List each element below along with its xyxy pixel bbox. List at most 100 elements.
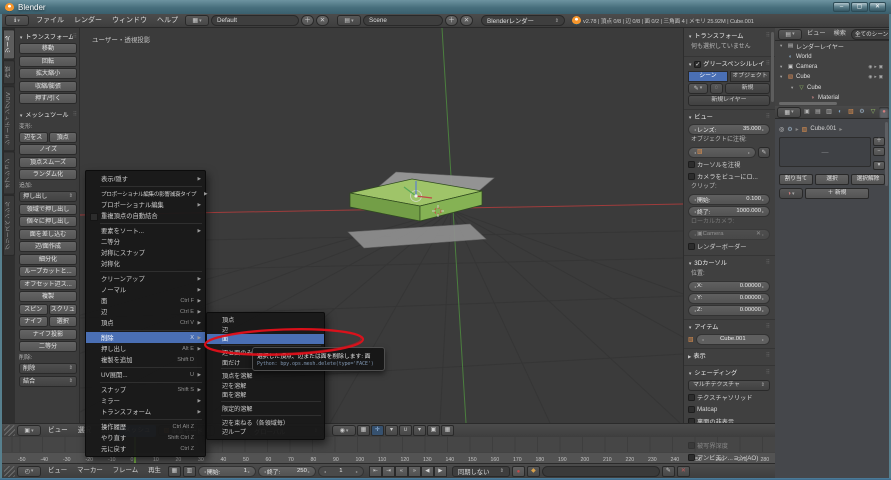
cursor-z-field[interactable]: Z:0.00000 (688, 305, 770, 316)
tool-button[interactable]: 領域で押し出し (19, 204, 77, 215)
menu-item[interactable]: 要素をソート... ▶ (86, 225, 205, 236)
new-material-button[interactable]: ＋ 新規 (805, 188, 869, 199)
menu-item[interactable]: 辺を束ねる（各領域毎） (207, 417, 324, 427)
menu-item[interactable]: 重複頂点の自動結合 ▶ (86, 210, 205, 221)
lock-cursor-row[interactable]: カーソルを注視 (688, 158, 770, 170)
expand-toggle-icon[interactable] (791, 85, 796, 91)
menu-item[interactable]: プロポーショナル編集の影響減衰タイプ ▶ (86, 188, 205, 199)
material-browse-dropdown[interactable]: ◑▾ (779, 188, 803, 199)
menu-item[interactable]: 対称化 ▶ (86, 258, 205, 269)
tool-shelf-tab[interactable]: グリースペンシル (3, 195, 15, 256)
playback-button[interactable]: « (395, 466, 408, 477)
current-frame-field[interactable]: 1 (318, 466, 364, 477)
menu-item[interactable]: クリーンアップ ▶ (86, 273, 205, 284)
cursor-y-field[interactable]: Y:0.00000 (688, 293, 770, 304)
scene-icon-button[interactable]: ▤▾ (337, 15, 361, 26)
breadcrumb-object[interactable]: Cube.001 (810, 126, 836, 132)
menu-item[interactable]: 頂点 Ctrl V ▶ (86, 317, 205, 328)
checkbox-icon[interactable] (688, 394, 695, 401)
panel-header-item[interactable]: アイテム (688, 322, 770, 333)
checkbox-icon[interactable] (688, 243, 695, 250)
snap-mode-icon[interactable]: ▾ (413, 425, 426, 436)
shading-checkbox-row[interactable]: アンビエン...ョン(AO) (688, 451, 770, 463)
item-name-field[interactable]: Cube.001 (696, 334, 770, 345)
menu-item[interactable]: 二等分 ▶ (86, 236, 205, 247)
editor-type-button[interactable]: ▦▾ (777, 107, 801, 118)
menubar-item[interactable]: レンダー (69, 15, 107, 27)
menu-item[interactable]: ミラー ▶ (86, 395, 205, 406)
shading-checkbox-row[interactable]: 被写界深度 (688, 439, 770, 451)
menu-item[interactable]: 辺 (207, 325, 324, 335)
tool-button[interactable]: ノイズ (19, 144, 77, 155)
tool-button[interactable]: 頂点スムーズ (19, 157, 77, 168)
edge-slide-button[interactable]: 辺をス (19, 132, 48, 143)
checkbox-icon[interactable] (688, 442, 695, 449)
expand-toggle-icon[interactable] (780, 64, 785, 70)
panel-header-mesh-tools[interactable]: メッシュツール (19, 110, 77, 121)
shading-checkbox-row[interactable]: テクスチャソリッド (688, 391, 770, 403)
panel-header-display[interactable]: 表示 (688, 351, 770, 362)
checkbox-icon[interactable] (688, 454, 695, 461)
render-opengl-icon[interactable]: ▣ (427, 425, 440, 436)
pin-icon[interactable]: ◎ (779, 126, 784, 133)
menu-item[interactable]: 辺を溶解 (207, 381, 324, 391)
tool-button[interactable]: 細分化 (19, 254, 77, 265)
tool-button[interactable]: オフセット辺ス... (19, 279, 77, 290)
shading-checkbox-row[interactable]: Matcap (688, 403, 770, 415)
menu-item[interactable]: 対称にスナップ ▶ (86, 247, 205, 258)
menu-item[interactable]: 面 (207, 334, 324, 344)
keying-set-icon[interactable]: ◆ (527, 466, 540, 477)
tool-button[interactable]: ループカットと... (19, 266, 77, 277)
gp-pencil-dropdown[interactable]: ✎▾ (688, 83, 708, 94)
pivot-point-select[interactable]: ◉▾ (332, 425, 356, 436)
menu-item[interactable]: ノーマル ▶ (86, 284, 205, 295)
outliner-row[interactable]: ▣ Camera ◉▸▣ (775, 62, 889, 72)
tool-button[interactable]: 複製 (19, 291, 77, 302)
outliner-row[interactable]: ◐ World ◉▸▣ (775, 51, 889, 61)
menubar-item[interactable]: ヘルプ (152, 15, 183, 27)
playback-button[interactable]: ⇤ (369, 466, 382, 477)
tool-button[interactable]: 移動 (19, 43, 77, 54)
render-border-row[interactable]: レンダーボーダー (688, 240, 770, 252)
properties-tab-icon[interactable]: ▧ (846, 107, 856, 118)
clip-end-field[interactable]: 終了:1000.000 (688, 206, 770, 217)
scene-field[interactable]: Scene (363, 15, 443, 26)
menu-item[interactable]: 操作履歴 Ctrl Alt Z ▶ (86, 421, 205, 432)
renderable-icon[interactable]: ▣ (879, 74, 883, 80)
menu-item[interactable]: 元に戻す Ctrl Z ▶ (86, 443, 205, 454)
menu-item[interactable]: 面 Ctrl F ▶ (86, 295, 205, 306)
tool-button[interactable]: 辺/面作成 (19, 241, 77, 252)
menu-item[interactable]: 表示/隠す ▶ (86, 173, 205, 184)
outliner-view-menu[interactable]: ビュー (804, 28, 829, 40)
editor-type-button[interactable]: ▣▾ (17, 425, 41, 436)
header-menu-item[interactable]: 再生 (143, 465, 166, 477)
panel-header-3d-cursor[interactable]: 3Dカーソル (688, 258, 770, 269)
lens-field[interactable]: レンズ:35.000 (688, 124, 770, 135)
expand-toggle-icon[interactable] (780, 43, 785, 49)
delete-layout-button[interactable]: ✕ (316, 15, 329, 26)
tool-button[interactable]: 面を差し込む (19, 229, 77, 240)
material-slot-list[interactable]: — (779, 137, 871, 167)
clip-start-field[interactable]: 開始:0.100 (688, 194, 770, 205)
checkbox-icon[interactable] (688, 173, 695, 180)
local-camera-field[interactable]: ▣Camera✕ (688, 229, 770, 240)
panel-header-grease-pencil[interactable]: グリースペンシルレイ (688, 59, 770, 70)
menu-item[interactable]: 辺 Ctrl E ▶ (86, 306, 205, 317)
area-corner-handle[interactable] (4, 466, 15, 477)
assign-button[interactable]: 割り当て (779, 174, 813, 185)
tool-shelf-tab[interactable]: 作成 (3, 60, 15, 84)
editor-type-button[interactable]: ℹ▾ (5, 15, 29, 26)
renderable-icon[interactable]: ▣ (879, 64, 883, 70)
header-menu-item[interactable]: フレーム (108, 465, 143, 477)
menu-item[interactable]: 辺ループ (207, 427, 324, 437)
menu-item[interactable]: UV展開... U ▶ (86, 369, 205, 380)
auto-keyframe-record-icon[interactable]: ● (512, 466, 525, 477)
keying-set-field[interactable] (542, 466, 660, 477)
preview-range-icon[interactable]: ▦ (168, 466, 181, 477)
playback-button[interactable]: » (408, 466, 421, 477)
screen-layout-field[interactable]: Default (211, 15, 299, 26)
cursor-x-field[interactable]: X:0.00000 (688, 281, 770, 292)
properties-tab-icon[interactable]: ▣ (802, 107, 812, 118)
panel-header-shading[interactable]: シェーディング (688, 368, 770, 379)
area-corner-handle[interactable] (4, 425, 15, 436)
